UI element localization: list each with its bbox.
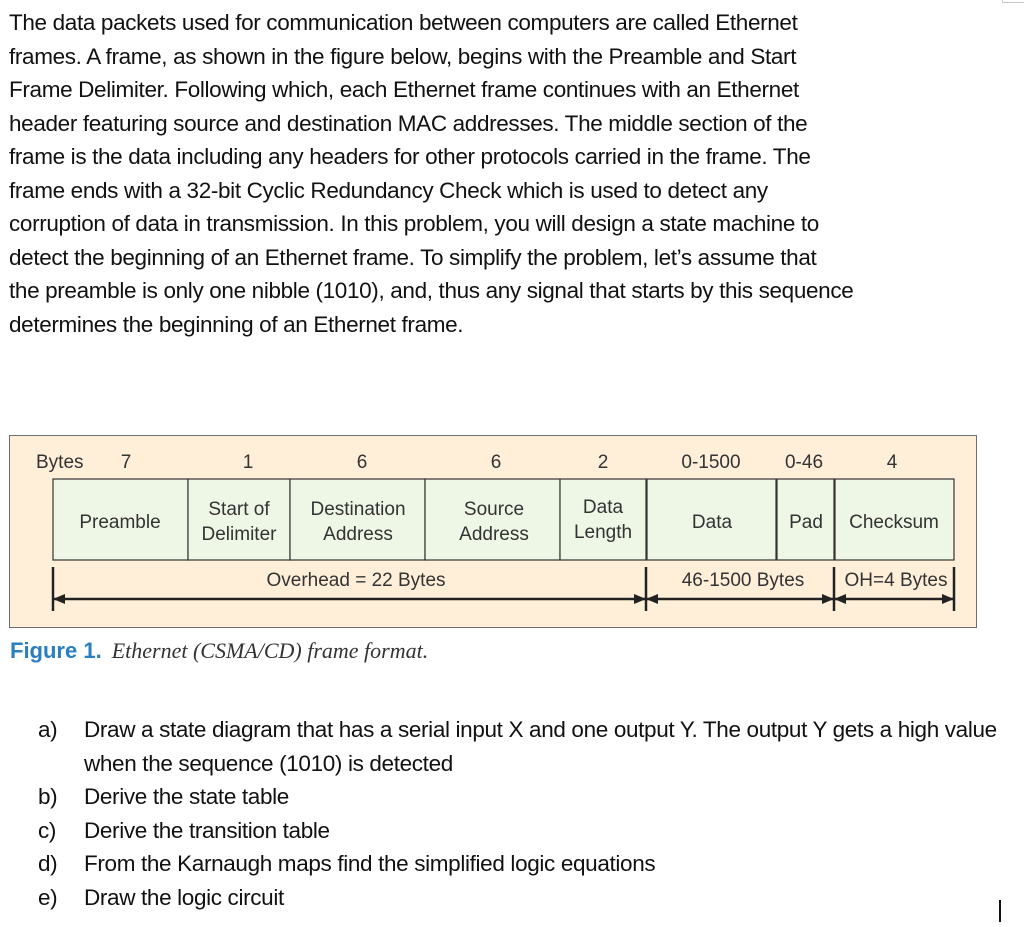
span-label-data: 46-1500 Bytes	[682, 570, 805, 591]
field-name-source-line2: Address	[459, 524, 529, 545]
intro-line: frame ends with a 32-bit Cyclic Redundan…	[9, 177, 768, 203]
intro-line: corruption of data in transmission. In t…	[9, 211, 819, 236]
field-name-checksum: Checksum	[849, 512, 939, 533]
field-name-destination-line1: Destination	[310, 499, 405, 520]
question-text: Derive the transition table	[84, 817, 330, 843]
intro-line: the preamble is only one nibble (1010), …	[9, 278, 854, 303]
field-name-pad: Pad	[789, 512, 823, 533]
byte-count-data: 0-1500	[681, 452, 740, 473]
intro-line: detect the beginning of an Ethernet fram…	[9, 244, 817, 270]
question-text: Draw the logic circuit	[84, 884, 284, 910]
question-item: e) Draw the logic circuit	[38, 881, 1018, 915]
question-letter: d)	[38, 851, 58, 876]
figure-caption: Figure 1. Ethernet (CSMA/CD) frame format…	[10, 638, 428, 664]
field-name-preamble: Preamble	[79, 512, 160, 533]
field-name-destination-line2: Address	[323, 524, 393, 545]
figure-caption-text: Ethernet (CSMA/CD) frame format.	[111, 638, 429, 663]
page-corner-mark	[1002, 0, 1024, 3]
question-item: a) Draw a state diagram that has a seria…	[38, 713, 1018, 780]
question-letter: c)	[38, 817, 57, 843]
span-label-overhead: Overhead = 22 Bytes	[266, 570, 445, 591]
field-name-sfd-line2: Delimiter	[202, 524, 278, 545]
intro-line: frame is the data including any headers …	[9, 144, 811, 169]
question-list: a) Draw a state diagram that has a seria…	[38, 713, 1018, 914]
intro-line: determines the beginning of an Ethernet …	[9, 311, 464, 337]
intro-line: frames. A frame, as shown in the figure …	[9, 43, 797, 69]
question-text: Draw a state diagram that has a serial i…	[84, 717, 997, 776]
question-item: c) Derive the transition table	[38, 814, 1018, 848]
byte-count-length: 2	[598, 452, 609, 473]
byte-count-pad: 0-46	[785, 452, 823, 473]
field-name-source-line1: Source	[464, 499, 524, 520]
intro-paragraph: The data packets used for communication …	[9, 6, 1009, 341]
intro-line: The data packets used for communication …	[9, 10, 798, 35]
field-name-sfd-line1: Start of	[208, 499, 270, 520]
field-name-length-line2: Length	[574, 522, 632, 543]
byte-count-sfd: 1	[243, 452, 254, 473]
question-letter: e)	[38, 884, 58, 910]
frame-diagram: Bytes 7 1 6 6 2 0-1500 0-46 4 Preamble S…	[36, 452, 956, 611]
field-cell-length	[559, 478, 647, 561]
field-name-length-line1: Data	[583, 497, 624, 518]
byte-count-destination: 6	[357, 452, 368, 473]
question-text: From the Karnaugh maps find the simplifi…	[84, 851, 656, 876]
byte-count-checksum: 4	[887, 452, 898, 473]
question-item: b) Derive the state table	[38, 780, 1018, 814]
ethernet-frame-figure: Bytes 7 1 6 6 2 0-1500 0-46 4 Preamble S…	[9, 435, 977, 628]
question-item: d) From the Karnaugh maps find the simpl…	[38, 847, 1018, 881]
field-name-data: Data	[692, 512, 733, 533]
text-cursor	[999, 900, 1001, 922]
intro-line: Frame Delimiter. Following which, each E…	[9, 77, 799, 102]
bytes-label: Bytes	[36, 452, 84, 473]
question-letter: a)	[38, 717, 58, 742]
figure-number: Figure 1.	[10, 638, 102, 663]
question-text: Derive the state table	[84, 784, 289, 809]
byte-count-source: 6	[491, 452, 502, 473]
question-letter: b)	[38, 784, 58, 809]
byte-count-preamble: 7	[121, 452, 132, 473]
intro-line: header featuring source and destination …	[9, 110, 808, 136]
span-label-trailer: OH=4 Bytes	[845, 570, 948, 591]
